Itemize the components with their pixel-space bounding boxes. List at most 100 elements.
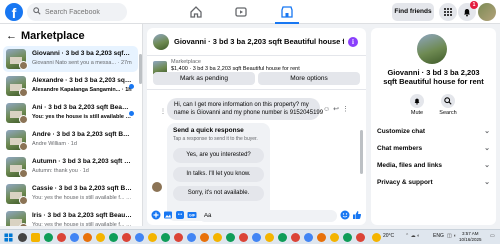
search-label: Search <box>439 110 457 116</box>
facebook-logo-icon[interactable]: f <box>5 3 23 21</box>
file-explorer-icon[interactable] <box>31 233 40 242</box>
conversation-item[interactable]: Giovanni · 3 bd 3 ba 2,203 sqft B... Giov… <box>3 46 138 72</box>
chat-members-row[interactable]: Chat members ⌄ <box>377 143 490 155</box>
chrome-icon[interactable] <box>304 233 313 242</box>
chrome-icon[interactable] <box>213 233 222 242</box>
network-volume-icons[interactable]: ◫ ◖ <box>447 233 456 239</box>
conversation-item[interactable]: Autumn · 3 bd 3 ba 2,203 sqft Bea... Autu… <box>3 154 138 180</box>
chrome-icon[interactable] <box>174 233 183 242</box>
buyer-avatar <box>19 88 28 97</box>
conversation-item[interactable]: Iris · 3 bd 3 ba 2,203 sqft Beautiful...… <box>3 208 138 226</box>
chrome-icon[interactable] <box>44 233 53 242</box>
notification-center-icon[interactable]: ▭ <box>490 233 495 239</box>
weather-icon[interactable] <box>372 233 381 242</box>
conversation-item[interactable]: Cassie · 3 bd 3 ba 2,203 sqft Bea... You:… <box>3 181 138 207</box>
conversation-preview: Andre William · 1d <box>32 141 77 147</box>
customize-chat-row[interactable]: Customize chat ⌄ <box>377 126 490 138</box>
bell-icon <box>414 98 420 105</box>
windows-start-icon[interactable] <box>4 233 13 242</box>
search-button[interactable] <box>441 94 455 108</box>
chrome-icon[interactable] <box>226 233 235 242</box>
video-icon[interactable] <box>233 4 249 20</box>
back-arrow-icon[interactable]: ← <box>6 30 17 42</box>
chrome-icon[interactable] <box>122 233 131 242</box>
chrome-icon[interactable] <box>265 233 274 242</box>
conversation-item[interactable]: Alexandre · 3 bd 3 ba 2,203 sqft B... Ale… <box>3 73 138 99</box>
chrome-icon[interactable] <box>96 233 105 242</box>
marketplace-icon[interactable] <box>279 4 295 20</box>
system-tray-icons[interactable]: ⌃ ☁ ◐ <box>405 233 420 239</box>
chat-scrollbar[interactable] <box>360 130 363 174</box>
media-files-links-row[interactable]: Media, files and links ⌄ <box>377 160 490 172</box>
more-icon[interactable]: ⋮ <box>342 106 352 113</box>
clock-date[interactable]: 10/16/2025 <box>459 237 482 242</box>
gif-icon[interactable]: GIF <box>187 210 197 220</box>
home-icon[interactable] <box>188 4 204 20</box>
search-icon <box>444 97 452 105</box>
mute-action[interactable]: Mute <box>406 94 428 116</box>
clock-time[interactable]: 3:57 AM <box>462 231 479 236</box>
unread-dot-icon <box>129 84 134 89</box>
chrome-icon[interactable] <box>343 233 352 242</box>
quick-response-yes[interactable]: Yes, are you interested? <box>173 148 264 163</box>
conversation-preview: You: yes the house is still available f.… <box>32 222 132 226</box>
chat-title[interactable]: Giovanni · 3 bd 3 ba 2,203 sqft Beautifu… <box>174 37 344 46</box>
find-friends-button[interactable]: Find friends <box>392 3 434 21</box>
chrome-icon[interactable] <box>57 233 66 242</box>
mark-pending-button[interactable]: Mark as pending <box>153 72 255 85</box>
emoji-icon[interactable] <box>340 210 350 220</box>
mute-button[interactable] <box>410 94 424 108</box>
chrome-icon[interactable] <box>252 233 261 242</box>
more-options-button[interactable]: More options <box>258 72 360 85</box>
chrome-icon[interactable] <box>200 233 209 242</box>
notifications-button[interactable]: 1 <box>458 1 478 21</box>
image-icon[interactable] <box>163 210 173 220</box>
temperature[interactable]: 20°C <box>383 233 394 239</box>
search-box[interactable] <box>27 3 127 21</box>
conversation-name: Ani · 3 bd 3 ba 2,203 sqft Beautiful... <box>32 104 132 111</box>
listing-profile-image[interactable] <box>417 34 447 64</box>
message-input[interactable] <box>199 210 337 222</box>
chrome-icon[interactable] <box>356 233 365 242</box>
language-indicator[interactable]: ENG <box>433 233 444 239</box>
chrome-icon[interactable] <box>109 233 118 242</box>
chrome-icon[interactable] <box>161 233 170 242</box>
conversation-name: Giovanni · 3 bd 3 ba 2,203 sqft B... <box>32 50 132 57</box>
thumbs-up-icon[interactable] <box>352 210 362 220</box>
chrome-icon[interactable] <box>291 233 300 242</box>
chrome-icon[interactable] <box>278 233 287 242</box>
chrome-icon[interactable] <box>330 233 339 242</box>
conversation-name: Cassie · 3 bd 3 ba 2,203 sqft Bea... <box>32 185 132 192</box>
plus-circle-icon[interactable] <box>151 210 161 220</box>
chrome-icon[interactable] <box>317 233 326 242</box>
search-input[interactable] <box>45 5 123 19</box>
chrome-icon[interactable] <box>83 233 92 242</box>
info-icon[interactable]: i <box>348 37 358 47</box>
menu-button[interactable] <box>439 3 457 21</box>
quick-response-subtitle: Tap a response to send it to the buyer. <box>173 136 258 142</box>
search-action[interactable]: Search <box>437 94 459 116</box>
conversation-name: Iris · 3 bd 3 ba 2,203 sqft Beautiful... <box>32 212 132 219</box>
privacy-support-row[interactable]: Privacy & support ⌄ <box>377 177 490 189</box>
listing-avatar[interactable] <box>153 34 169 50</box>
chrome-icon[interactable] <box>148 233 157 242</box>
chrome-icon[interactable] <box>187 233 196 242</box>
reply-icon[interactable]: ↩ <box>333 106 342 113</box>
chrome-icon[interactable] <box>239 233 248 242</box>
react-icon[interactable]: ☺ <box>323 106 333 113</box>
chrome-icon[interactable] <box>135 233 144 242</box>
chrome-icon[interactable] <box>70 233 79 242</box>
bell-icon <box>464 9 470 17</box>
quick-response-not-available[interactable]: Sorry, it's not available. <box>173 186 264 201</box>
conversation-item[interactable]: Andre · 3 bd 3 ba 2,203 sqft Bea... Andre… <box>3 127 138 153</box>
conversation-name: Alexandre · 3 bd 3 ba 2,203 sqft B... <box>32 77 132 84</box>
incoming-message: Hi, can I get more information on this p… <box>167 98 323 120</box>
sticker-icon[interactable] <box>175 210 185 220</box>
buyer-avatar <box>19 115 28 124</box>
conversation-item[interactable]: Ani · 3 bd 3 ba 2,203 sqft Beautiful... Y… <box>3 100 138 126</box>
taskbar-app-icon[interactable] <box>18 233 27 242</box>
sidebar-scrollbar[interactable] <box>139 54 142 84</box>
profile-avatar[interactable] <box>478 3 496 21</box>
quick-response-in-talks[interactable]: In talks. I'll let you know. <box>173 167 264 182</box>
message-dots-icon[interactable]: ⋮ <box>160 108 166 115</box>
